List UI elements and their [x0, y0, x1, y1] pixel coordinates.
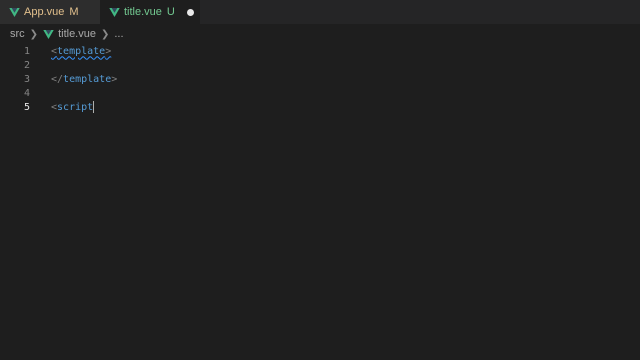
- code-tag: script: [57, 102, 94, 113]
- unsaved-dot-icon[interactable]: [186, 8, 194, 16]
- code-text: <template>: [51, 46, 111, 57]
- line-number: 1: [23, 45, 30, 57]
- line-number: 2: [23, 59, 30, 71]
- text-cursor: [93, 101, 95, 113]
- tab-label: title.vue: [124, 6, 162, 18]
- line-number: 3: [23, 73, 30, 85]
- code-text: <script: [51, 101, 95, 113]
- code-line[interactable]: 4: [0, 86, 640, 100]
- chevron-right-icon: ❯: [29, 28, 39, 40]
- breadcrumb-folder[interactable]: src: [10, 28, 25, 40]
- code-editor[interactable]: 1 <template> 2 3 </template> 4 5 <script: [0, 44, 640, 360]
- code-line[interactable]: 3 </template>: [0, 72, 640, 86]
- git-status-badge: U: [166, 6, 175, 18]
- code-tag: template: [63, 73, 112, 85]
- code-line[interactable]: 2: [0, 58, 640, 72]
- breadcrumb-symbol[interactable]: ...: [114, 28, 123, 40]
- code-line-current[interactable]: 5 <script: [0, 100, 640, 114]
- line-number: 5: [23, 101, 30, 113]
- breadcrumb-file[interactable]: title.vue: [58, 28, 96, 40]
- code-punct: >: [111, 73, 118, 85]
- tab-label: App.vue: [24, 6, 65, 18]
- breadcrumb: src ❯ title.vue ❯ ...: [0, 24, 640, 44]
- chevron-right-icon: ❯: [100, 28, 110, 40]
- tab-title-vue[interactable]: title.vue U: [100, 0, 200, 24]
- git-status-badge: M: [69, 6, 79, 18]
- code-text: </template>: [51, 74, 117, 85]
- code-line[interactable]: 1 <template>: [0, 44, 640, 58]
- tab-bar: App.vue M title.vue U: [0, 0, 640, 24]
- vue-icon: [109, 7, 120, 17]
- tab-app-vue[interactable]: App.vue M: [0, 0, 100, 24]
- code-tag: template: [57, 45, 106, 57]
- code-punct: >: [105, 45, 112, 57]
- code-punct: </: [51, 73, 64, 85]
- vue-icon: [9, 7, 20, 17]
- vue-icon: [43, 29, 54, 39]
- line-number: 4: [23, 87, 30, 99]
